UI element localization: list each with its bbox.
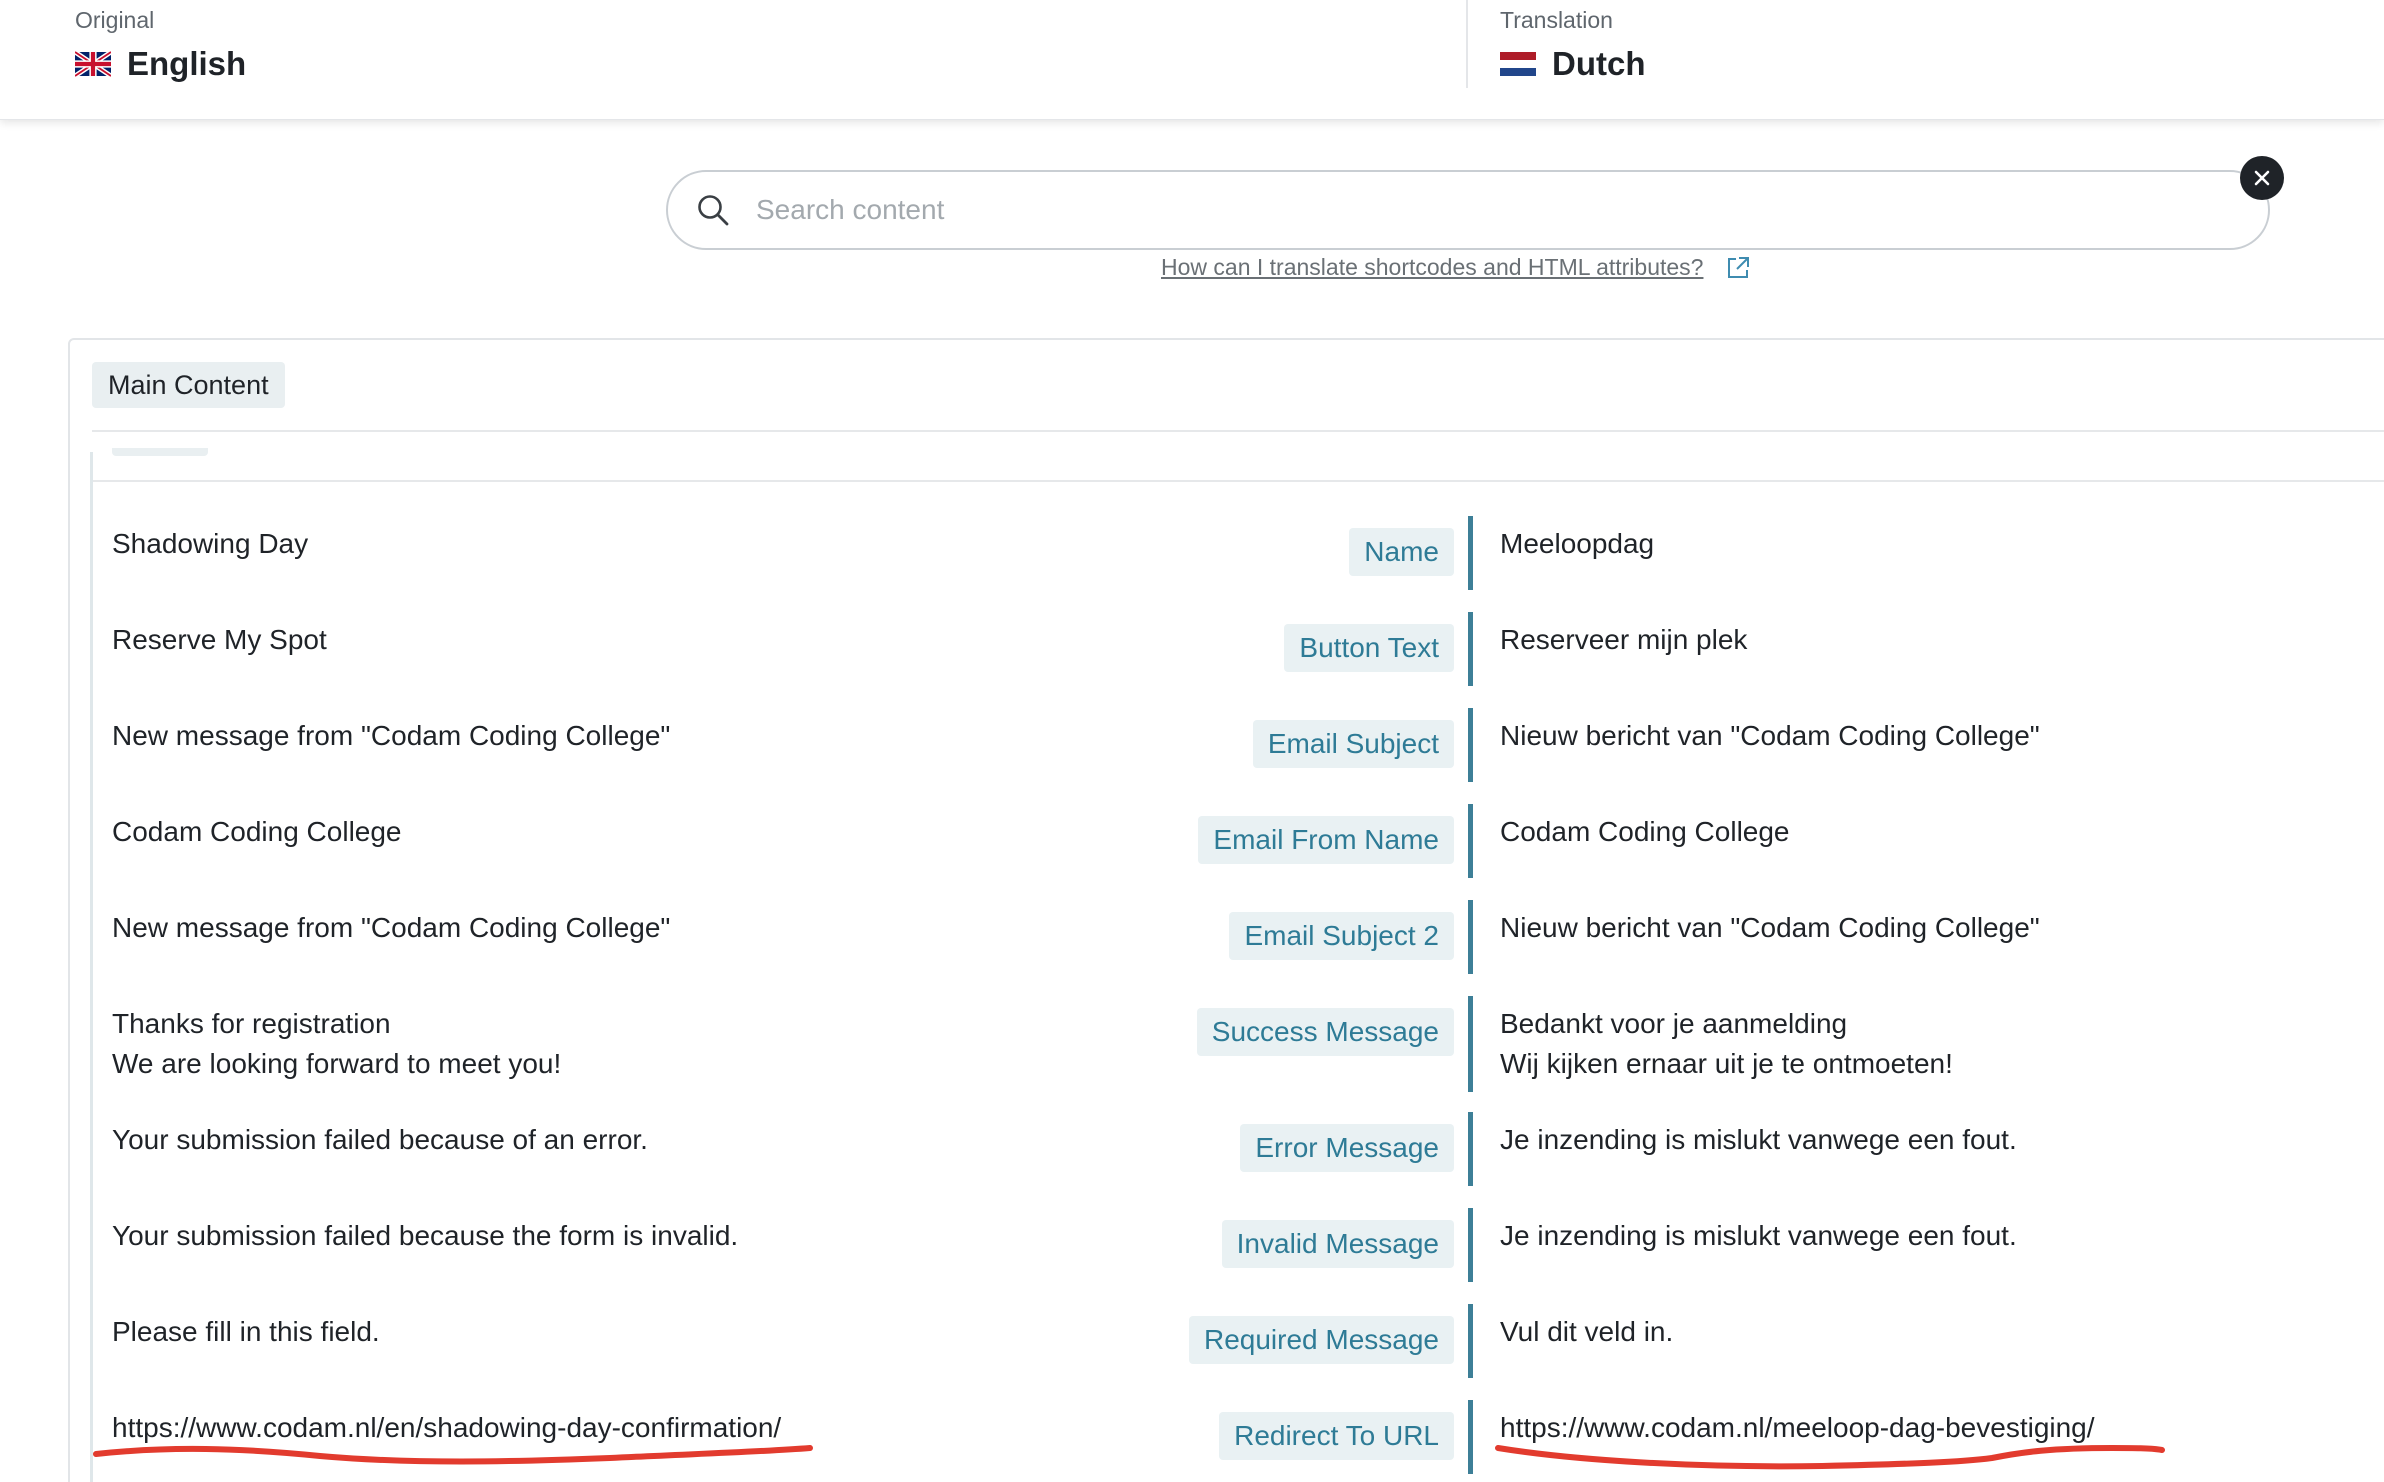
translation-bar	[1468, 516, 1473, 590]
field-label: Name	[1349, 528, 1454, 576]
row-separator	[92, 480, 2384, 482]
translation-bar	[1468, 612, 1473, 686]
translation-bar	[1468, 804, 1473, 878]
field-label: Error Message	[1240, 1124, 1454, 1172]
original-caption: Original	[75, 7, 155, 33]
translation-bar	[1468, 996, 1473, 1092]
translation-text[interactable]: Nieuw bericht van "Codam Coding College"	[1500, 716, 2040, 756]
language-header: Original English Translation Dutch	[0, 0, 2384, 120]
field-label: Required Message	[1188, 1316, 1454, 1364]
translation-language-block: Translation Dutch	[1500, 6, 1646, 84]
close-icon	[2254, 170, 2270, 186]
translation-text[interactable]: Codam Coding College	[1500, 812, 1790, 852]
translation-bar	[1468, 1304, 1473, 1378]
original-text: Please fill in this field.	[112, 1316, 380, 1347]
help-link-text: How can I translate shortcodes and HTML …	[1161, 254, 1704, 280]
original-text: Reserve My Spot	[112, 624, 327, 655]
translation-bar	[1468, 1400, 1473, 1474]
field-label: Redirect To URL	[1219, 1412, 1454, 1460]
external-link-icon	[1728, 256, 1750, 278]
translation-language-name: Dutch	[1552, 45, 1646, 82]
field-label: Button Text	[1284, 624, 1454, 672]
translation-bar	[1468, 708, 1473, 782]
field-label: Email From Name	[1198, 816, 1454, 864]
left-guide-line	[90, 452, 93, 1482]
translation-text[interactable]: https://www.codam.nl/meeloop-dag-bevesti…	[1500, 1408, 2095, 1448]
translation-caption: Translation	[1500, 7, 1613, 33]
original-text: New message from "Codam Coding College"	[112, 912, 671, 943]
translation-bar	[1468, 1112, 1473, 1186]
panel-divider	[92, 430, 2384, 432]
translation-text[interactable]: Meeloopdag	[1500, 524, 1654, 564]
original-language-row: English	[75, 44, 246, 84]
original-text: https://www.codam.nl/en/shadowing-day-co…	[112, 1412, 782, 1443]
translation-text[interactable]: Bedankt voor je aanmelding Wij kijken er…	[1500, 1004, 1953, 1084]
original-text: Thanks for registration We are looking f…	[112, 1008, 562, 1079]
original-language-name: English	[127, 45, 247, 82]
field-label: Email Subject 2	[1229, 912, 1454, 960]
translation-text[interactable]: Je inzending is mislukt vanwege een fout…	[1500, 1120, 2017, 1160]
header-divider	[1466, 0, 1468, 88]
translation-language-row[interactable]: Dutch	[1500, 44, 1646, 84]
section-tag: Main Content	[92, 362, 285, 408]
translation-text[interactable]: Vul dit veld in.	[1500, 1312, 1673, 1352]
collapsed-tab	[112, 448, 208, 456]
translation-bar	[1468, 900, 1473, 974]
original-text: Your submission failed because the form …	[112, 1220, 739, 1251]
shortcode-help-link[interactable]: How can I translate shortcodes and HTML …	[1161, 254, 1751, 281]
uk-flag-icon	[75, 51, 111, 77]
field-label: Email Subject	[1252, 720, 1454, 768]
field-label: Invalid Message	[1221, 1220, 1454, 1268]
content-panel: Main Content Shadowing Day Name Meeloopd…	[68, 338, 2384, 1482]
translation-text[interactable]: Nieuw bericht van "Codam Coding College"	[1500, 908, 2040, 948]
translation-text[interactable]: Je inzending is mislukt vanwege een fout…	[1500, 1216, 2017, 1256]
search-bar	[666, 170, 2270, 250]
nl-flag-icon	[1500, 52, 1536, 76]
original-language-block: Original English	[75, 6, 246, 84]
original-text: New message from "Codam Coding College"	[112, 720, 671, 751]
search-input[interactable]	[756, 180, 2268, 240]
translation-bar	[1468, 1208, 1473, 1282]
original-text: Codam Coding College	[112, 816, 402, 847]
search-icon	[698, 195, 729, 226]
translation-text[interactable]: Reserveer mijn plek	[1500, 620, 1747, 660]
original-text: Shadowing Day	[112, 528, 309, 559]
clear-search-button[interactable]	[2240, 156, 2284, 200]
field-label: Success Message	[1196, 1008, 1454, 1056]
original-text: Your submission failed because of an err…	[112, 1124, 648, 1155]
